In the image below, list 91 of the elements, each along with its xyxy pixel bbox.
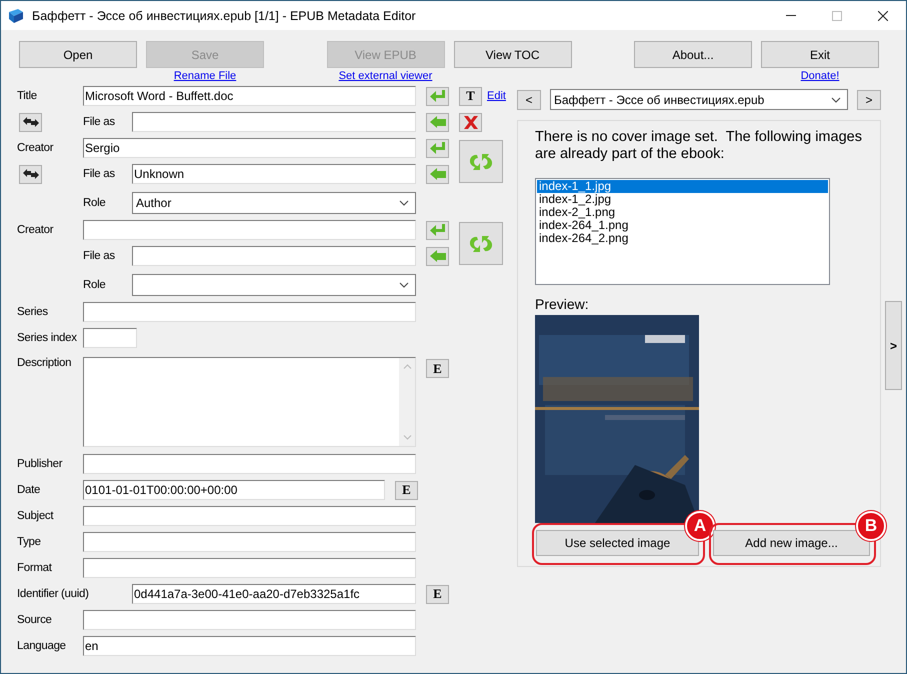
left-arrow-icon: [430, 250, 446, 262]
copy-button[interactable]: [426, 164, 449, 184]
dropdown-field[interactable]: [132, 274, 416, 296]
field-label: Role: [83, 279, 106, 291]
window-title: Баффетт - Эссе об инвестициях.epub [1/1] - EPUB Metadata Editor: [32, 8, 416, 22]
text-field[interactable]: [83, 558, 416, 578]
next-button[interactable]: >: [857, 90, 881, 110]
chevron-down-icon: [399, 282, 409, 288]
image-list-item[interactable]: index-264_2.png: [537, 232, 828, 245]
text-field[interactable]: [132, 112, 416, 132]
text-field[interactable]: [83, 328, 137, 348]
clear-button[interactable]: [459, 112, 482, 132]
preview-label: Preview:: [535, 296, 590, 312]
enter-arrow-icon: [430, 224, 446, 236]
chevron-down-icon: [831, 96, 841, 102]
toolbar-button[interactable]: View TOC: [454, 41, 572, 68]
x-mark-icon: [462, 116, 478, 128]
field-label: Language: [17, 640, 67, 652]
copy-button[interactable]: [426, 220, 449, 240]
field-label: Publisher: [17, 458, 64, 470]
callout-badge: B: [856, 511, 886, 541]
expand-panel-button[interactable]: >: [885, 301, 902, 390]
image-list-item[interactable]: index-2_1.png: [537, 206, 828, 219]
refresh-arrows-icon: [470, 234, 492, 252]
enter-arrow-icon: [430, 142, 446, 154]
editor-button[interactable]: E: [426, 359, 449, 378]
scroll-down-icon: [402, 435, 412, 440]
field-label: Series: [17, 306, 49, 318]
toolbar-button[interactable]: Exit: [761, 41, 879, 68]
editor-button[interactable]: E: [395, 480, 418, 500]
link[interactable]: Donate!: [800, 70, 840, 82]
dropdown-field[interactable]: Author: [132, 192, 416, 214]
text-field[interactable]: [83, 506, 416, 526]
format-button[interactable]: T: [459, 86, 482, 106]
text-field[interactable]: Unknown: [132, 164, 416, 184]
text-field[interactable]: en: [83, 636, 416, 656]
text-field[interactable]: Sergio: [83, 138, 416, 158]
field-label: Role: [83, 197, 106, 209]
field-label: Subject: [17, 510, 54, 522]
chevron-down-icon: [399, 200, 409, 206]
field-label: Creator: [17, 224, 54, 236]
text-field[interactable]: [83, 610, 416, 630]
cover-message: There is no cover image set. The following images are already part of the ebook:: [535, 129, 863, 163]
text-field[interactable]: 0d441a7a-3e00-41e0-aa20-d7eb3325a1fc: [132, 584, 416, 604]
book-icon: [8, 8, 24, 24]
text-field[interactable]: [83, 454, 416, 474]
copy-button[interactable]: [426, 246, 449, 266]
text-field[interactable]: [83, 532, 416, 552]
image-button[interactable]: Use selected image: [536, 530, 699, 556]
text-field[interactable]: [132, 246, 416, 266]
file-dropdown[interactable]: Баффетт - Эссе об инвестициях.epub: [550, 89, 848, 110]
maximize-icon: [832, 10, 842, 20]
field-label: Series index: [17, 332, 78, 344]
field-label: File as: [83, 116, 116, 128]
editor-button[interactable]: E: [426, 584, 449, 604]
text-field[interactable]: 0101-01-01T00:00:00+00:00: [83, 480, 385, 500]
refresh-arrows-icon: [470, 152, 492, 170]
image-button[interactable]: Add new image...: [713, 530, 870, 556]
left-arrow-icon: [430, 168, 446, 180]
swap-arrows-icon: [22, 117, 38, 127]
field-label: Type: [17, 536, 42, 548]
edit-link[interactable]: Edit: [487, 90, 506, 102]
image-list-item[interactable]: index-1_2.jpg: [537, 193, 828, 206]
previous-button[interactable]: <: [517, 90, 541, 110]
field-label: Date: [17, 484, 42, 496]
image-list-item[interactable]: index-1_1.jpg: [537, 180, 828, 193]
text-field[interactable]: [83, 220, 416, 240]
toolbar-button[interactable]: About...: [634, 41, 752, 68]
text-field[interactable]: [83, 302, 416, 322]
image-list-item[interactable]: index-264_1.png: [537, 219, 828, 232]
copy-button[interactable]: [426, 86, 449, 106]
swap-arrows-icon: [22, 169, 38, 179]
field-label: Identifier (uuid): [17, 588, 90, 600]
swap-button[interactable]: [19, 164, 42, 184]
field-label: Description: [17, 357, 72, 369]
toolbar-button[interactable]: Open: [19, 41, 137, 68]
field-label: File as: [83, 168, 116, 180]
field-label: Source: [17, 614, 53, 626]
text-field[interactable]: Microsoft Word - Buffett.doc: [83, 86, 416, 106]
copy-button[interactable]: [426, 138, 449, 158]
left-arrow-icon: [430, 116, 446, 128]
scroll-up-icon: [402, 364, 412, 369]
enter-arrow-icon: [430, 90, 446, 102]
field-label: Title: [17, 90, 38, 102]
field-label: File as: [83, 250, 116, 262]
copy-button[interactable]: [426, 112, 449, 132]
field-label: Creator: [17, 142, 54, 154]
swap-button[interactable]: [19, 112, 42, 132]
minimize-icon: [786, 15, 796, 16]
field-label: Format: [17, 562, 53, 574]
close-icon: [878, 10, 888, 20]
